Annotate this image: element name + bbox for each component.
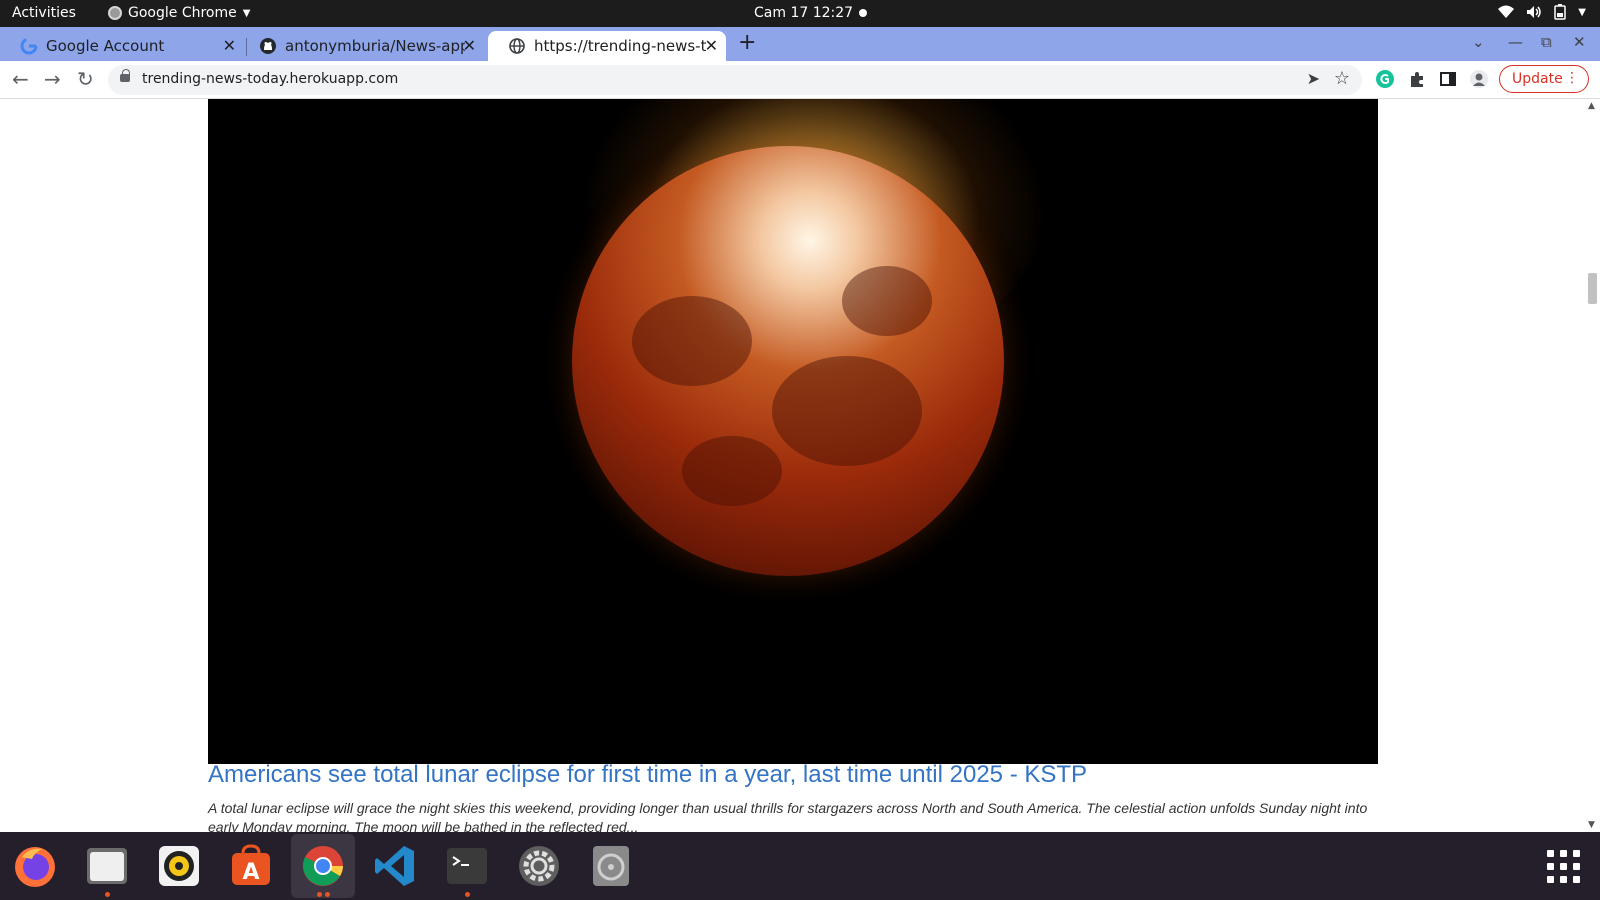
new-tab-button[interactable]: + <box>738 30 756 55</box>
chrome-icon[interactable] <box>300 843 346 889</box>
settings-icon[interactable] <box>516 843 562 889</box>
chevron-down-icon: ▼ <box>1578 6 1586 18</box>
close-tab-icon[interactable]: ✕ <box>463 36 476 55</box>
software-icon[interactable]: A <box>228 843 274 889</box>
close-window-icon[interactable]: ✕ <box>1573 33 1586 51</box>
scroll-up-icon[interactable]: ▲ <box>1588 101 1595 111</box>
clock[interactable]: Cam 17 12:27 <box>754 5 853 21</box>
rhythmbox-icon[interactable] <box>156 843 202 889</box>
lunar-eclipse-moon <box>572 146 1004 576</box>
chrome-small-icon <box>108 6 122 20</box>
show-applications-grid-icon[interactable] <box>1547 850 1581 884</box>
article-description: A total lunar eclipse will grace the nig… <box>208 800 1368 832</box>
reload-icon[interactable]: ↻ <box>77 67 94 91</box>
back-icon[interactable]: ← <box>12 67 29 91</box>
scroll-down-icon[interactable]: ▼ <box>1588 820 1595 830</box>
vscode-icon[interactable] <box>372 843 418 889</box>
article-headline-link[interactable]: Americans see total lunar eclipse for fi… <box>208 761 1087 789</box>
running-indicator <box>465 892 470 897</box>
chevron-down-icon: ▼ <box>242 7 251 19</box>
page-viewport: Americans see total lunar eclipse for fi… <box>0 99 1600 832</box>
svg-text:A: A <box>242 860 259 885</box>
activities-button[interactable]: Activities <box>12 5 76 21</box>
tab-github[interactable]: antonymburia/News-app: ✕ <box>239 31 484 61</box>
system-top-bar: Activities Google Chrome ▼ Cam 17 12:27 … <box>0 0 1600 27</box>
wifi-icon <box>1498 5 1515 18</box>
forward-icon[interactable]: → <box>44 67 61 91</box>
tab-title: Google Account <box>46 37 165 55</box>
page-scrollbar[interactable]: ▲ ▼ <box>1585 99 1600 832</box>
minimize-icon[interactable]: — <box>1508 33 1523 51</box>
url-text[interactable]: trending-news-today.herokuapp.com <box>142 71 398 87</box>
update-button[interactable]: Update ⋮ <box>1499 65 1589 93</box>
profile-avatar[interactable] <box>1469 69 1489 89</box>
running-indicator <box>325 892 330 897</box>
grammarly-icon[interactable] <box>1375 69 1395 89</box>
tab-strip: Google Account ✕ antonymburia/News-app: … <box>0 27 1600 61</box>
battery-icon <box>1554 4 1567 20</box>
globe-icon <box>509 38 525 54</box>
system-tray[interactable]: ▼ <box>1498 4 1586 20</box>
files-icon[interactable] <box>84 843 130 889</box>
running-indicator <box>317 892 322 897</box>
app-menu-label: Google Chrome <box>128 5 237 21</box>
ubuntu-dock: A <box>0 832 1600 900</box>
scrollbar-thumb[interactable] <box>1588 273 1597 304</box>
firefox-icon[interactable] <box>12 843 58 889</box>
google-icon <box>20 37 38 55</box>
article-image[interactable] <box>208 99 1378 764</box>
app-menu[interactable]: Google Chrome ▼ <box>108 5 250 21</box>
notification-dot-icon <box>859 9 867 17</box>
terminal-icon[interactable] <box>444 843 490 889</box>
side-panel-icon[interactable] <box>1438 69 1458 89</box>
restore-icon[interactable]: ⧉ <box>1541 33 1552 51</box>
github-icon <box>260 38 276 54</box>
tab-search-chevron-icon[interactable]: ⌄ <box>1472 33 1485 51</box>
lock-icon[interactable] <box>120 69 130 82</box>
disc-icon[interactable] <box>588 843 634 889</box>
send-to-device-icon[interactable]: ➤ <box>1307 69 1320 88</box>
tab-google-account[interactable]: Google Account ✕ <box>0 31 244 61</box>
close-tab-icon[interactable]: ✕ <box>223 36 236 55</box>
address-bar[interactable]: trending-news-today.herokuapp.com ➤ ☆ <box>108 65 1362 95</box>
close-tab-icon[interactable]: ✕ <box>705 36 718 55</box>
running-indicator <box>105 892 110 897</box>
volume-icon <box>1527 6 1542 18</box>
tab-title: antonymburia/News-app: <box>285 37 465 55</box>
extensions-puzzle-icon[interactable] <box>1407 69 1427 89</box>
tab-trending-news[interactable]: https://trending-news-to ✕ <box>488 31 726 61</box>
browser-toolbar: ← → ↻ trending-news-today.herokuapp.com … <box>0 61 1600 99</box>
more-menu-icon[interactable]: ⋮ <box>1565 70 1579 86</box>
bookmark-star-icon[interactable]: ☆ <box>1334 68 1350 89</box>
tab-title: https://trending-news-to <box>534 37 706 55</box>
update-label: Update <box>1512 71 1563 87</box>
